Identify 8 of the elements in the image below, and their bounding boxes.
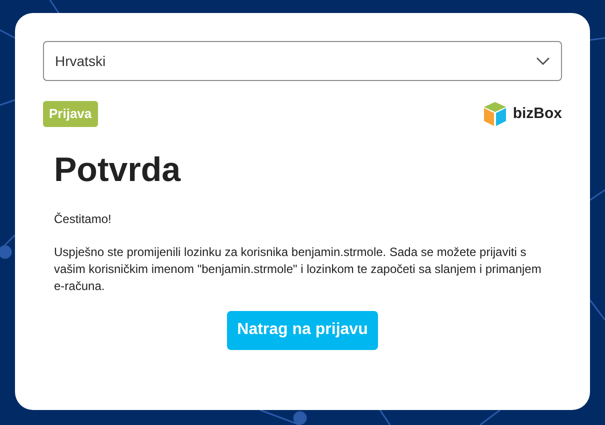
- status-badge: Prijava: [43, 101, 98, 127]
- page-title: Potvrda: [54, 150, 182, 191]
- message-text: Uspješno ste promijenili lozinku za korisnika benjamin.strmole. Sada se možete prijaviti s vašim korisničkim imenom "benjamin.strmole" i lozinkom te započeti sa slanjem i primanjem e-računa.: [54, 244, 542, 294]
- logo-text: bizBox: [512, 104, 562, 124]
- language-select[interactable]: Hrvatski: [43, 41, 562, 81]
- greeting-text: Čestitamo!: [54, 210, 112, 228]
- chevron-down-icon: [536, 57, 550, 65]
- cube-logo-icon: [482, 101, 508, 127]
